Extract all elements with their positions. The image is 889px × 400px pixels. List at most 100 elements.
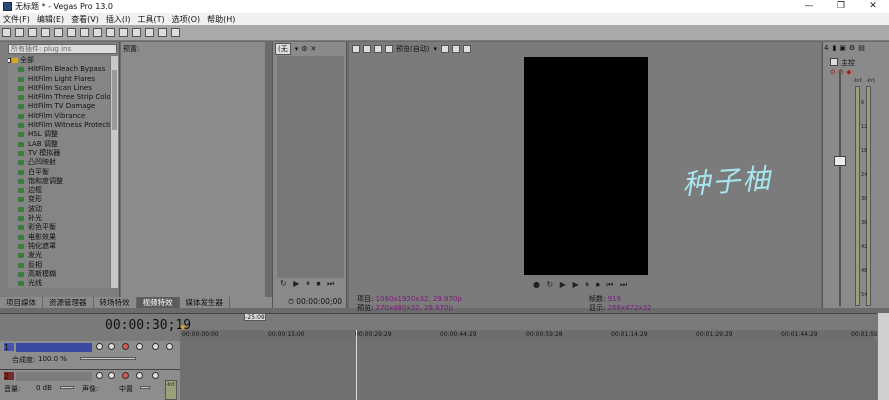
open-icon[interactable] xyxy=(15,28,24,37)
tree-item[interactable]: HitFilm Three Strip Colo xyxy=(8,93,110,102)
tree-item[interactable]: 光线 xyxy=(8,279,110,288)
composite-level-slider[interactable] xyxy=(80,357,136,360)
tree-item[interactable]: 边框 xyxy=(8,186,110,195)
tab-video-fx[interactable]: 视频特效 xyxy=(136,297,180,308)
tree-item[interactable]: HitFilm Witness Protecti xyxy=(8,121,110,130)
tree-item[interactable]: LAB 调整 xyxy=(8,140,110,149)
tree-scrollbar[interactable] xyxy=(110,56,118,288)
menu-tools[interactable]: 工具(T) xyxy=(137,14,164,25)
help-icon[interactable] xyxy=(171,28,180,37)
tree-item[interactable]: 白平衡 xyxy=(8,168,110,177)
close-button[interactable]: ✕ xyxy=(857,0,889,13)
trimmer-settings-icon[interactable]: ⚙ xyxy=(301,45,307,53)
external-monitor-icon[interactable] xyxy=(363,45,371,53)
tree-item[interactable]: 电影效果 xyxy=(8,233,110,242)
tree-item[interactable]: HitFilm Scan Lines xyxy=(8,84,110,93)
new-project-icon[interactable] xyxy=(2,28,11,37)
tree-item[interactable]: 饱和度调整 xyxy=(8,177,110,186)
composite-mode-icon[interactable] xyxy=(152,343,159,350)
preview-quality-dropdown[interactable]: 预览(自动) xyxy=(396,44,429,54)
video-track-header[interactable]: 1 合成度: 100.0 % xyxy=(0,341,180,370)
paste-icon[interactable] xyxy=(93,28,102,37)
trimmer-close-icon[interactable]: ✕ xyxy=(311,45,317,53)
tab-transitions[interactable]: 转场特效 xyxy=(94,297,137,308)
tree-item[interactable]: HitFilm Light Flares xyxy=(8,75,110,84)
tab-media-generators[interactable]: 媒体发生器 xyxy=(180,297,230,308)
expand-icon[interactable] xyxy=(8,58,11,63)
properties-icon[interactable] xyxy=(41,28,50,37)
video-fx-icon[interactable] xyxy=(385,45,393,53)
overlays-icon[interactable] xyxy=(440,45,449,53)
copy-snapshot-icon[interactable] xyxy=(451,45,460,53)
preview-transport-controls[interactable]: ● ↻ ▶ ▶ ⏸ ⏹ ⏮ ⏭ xyxy=(533,280,629,290)
menu-view[interactable]: 查看(V) xyxy=(71,14,99,25)
tree-item[interactable]: 彩色平衡 xyxy=(8,223,110,232)
dropdown-arrow-icon[interactable]: ▾ xyxy=(433,45,437,53)
solo-icon[interactable] xyxy=(136,372,143,379)
audio-track-header[interactable]: 2 音量: 0 dB 声像: 中置 -Inf. xyxy=(0,370,180,400)
split-screen-icon[interactable] xyxy=(374,45,382,53)
undo-icon[interactable] xyxy=(119,28,128,37)
arm-record-icon[interactable] xyxy=(96,372,103,379)
master-downmix-icon[interactable]: ▤ xyxy=(858,44,865,52)
tree-item[interactable]: 补光 xyxy=(8,214,110,223)
master-fx-button[interactable] xyxy=(830,58,838,66)
menu-options[interactable]: 选项(O) xyxy=(172,14,201,25)
minimize-button[interactable]: — xyxy=(793,0,825,13)
tab-explorer[interactable]: 资源管理器 xyxy=(43,297,94,308)
cut-icon[interactable] xyxy=(67,28,76,37)
mute-icon[interactable] xyxy=(122,372,129,379)
menu-edit[interactable]: 编辑(E) xyxy=(37,14,64,25)
tree-item[interactable]: 凸凹映射 xyxy=(8,158,110,167)
delete-icon[interactable] xyxy=(106,28,115,37)
playhead-cursor[interactable] xyxy=(356,330,357,400)
track-fx-icon[interactable] xyxy=(108,372,115,379)
input-monitor-icon[interactable] xyxy=(152,372,159,379)
save-icon[interactable] xyxy=(28,28,37,37)
tree-item[interactable]: 高斯模糊 xyxy=(8,270,110,279)
master-fx-icon[interactable]: ▮ xyxy=(832,44,836,52)
trimmer-transport-controls[interactable]: ↻ ▶ ⏸ ⏹ ⏭ xyxy=(280,279,336,289)
solo-icon[interactable] xyxy=(136,343,143,350)
scrollbar-thumb[interactable] xyxy=(112,70,117,130)
track-expand-icon[interactable] xyxy=(166,343,173,350)
mute-icon[interactable] xyxy=(122,343,129,350)
track-fx-icon[interactable] xyxy=(108,343,115,350)
trimmer-source-dropdown[interactable]: (无 xyxy=(275,43,291,55)
trimmer-add-icon[interactable]: ▾ xyxy=(295,45,299,53)
master-settings-icon[interactable]: ⚙ xyxy=(849,44,855,52)
render-icon[interactable] xyxy=(54,28,63,37)
tree-item[interactable]: HitFilm Vibrance xyxy=(8,112,110,121)
track-name-field[interactable] xyxy=(16,343,92,352)
timeline-vertical-scrollbar[interactable] xyxy=(877,313,889,400)
master-props-icon[interactable]: ▣ xyxy=(839,44,846,52)
menu-file[interactable]: 文件(F) xyxy=(3,14,30,25)
copy-icon[interactable] xyxy=(80,28,89,37)
pan-slider[interactable] xyxy=(140,386,150,389)
tree-item[interactable]: HitFilm TV Damage xyxy=(8,102,110,111)
plugin-search-input[interactable]: 所有插件: plug ins xyxy=(8,44,117,54)
menu-help[interactable]: 帮助(H) xyxy=(207,14,235,25)
tree-item[interactable]: 反相 xyxy=(8,261,110,270)
redo-icon[interactable] xyxy=(132,28,141,37)
track-area[interactable] xyxy=(180,341,875,400)
restore-button[interactable]: ❐ xyxy=(825,0,857,13)
menu-insert[interactable]: 插入(I) xyxy=(106,14,131,25)
tree-item[interactable]: 波动 xyxy=(8,205,110,214)
master-volume-fader[interactable] xyxy=(834,156,846,166)
track-name-field[interactable] xyxy=(16,372,92,381)
tree-item[interactable]: 发光 xyxy=(8,251,110,260)
preview-properties-icon[interactable] xyxy=(352,45,360,53)
volume-slider[interactable] xyxy=(60,386,74,389)
tree-item[interactable]: HitFilm Bleach Bypass xyxy=(8,65,110,74)
envelope-tool-icon[interactable] xyxy=(158,28,167,37)
edit-tool-icon[interactable] xyxy=(145,28,154,37)
tree-item[interactable]: 变形 xyxy=(8,195,110,204)
tree-item[interactable]: HSL 调整 xyxy=(8,130,110,139)
save-snapshot-icon[interactable] xyxy=(462,45,471,53)
track-motion-icon[interactable] xyxy=(96,343,103,350)
tab-project-media[interactable]: 项目媒体 xyxy=(0,297,43,308)
tree-item[interactable]: TV 模拟器 xyxy=(8,149,110,158)
tree-item[interactable]: 钝化遮罩 xyxy=(8,242,110,251)
tree-root-all[interactable]: 全部 xyxy=(8,56,110,65)
